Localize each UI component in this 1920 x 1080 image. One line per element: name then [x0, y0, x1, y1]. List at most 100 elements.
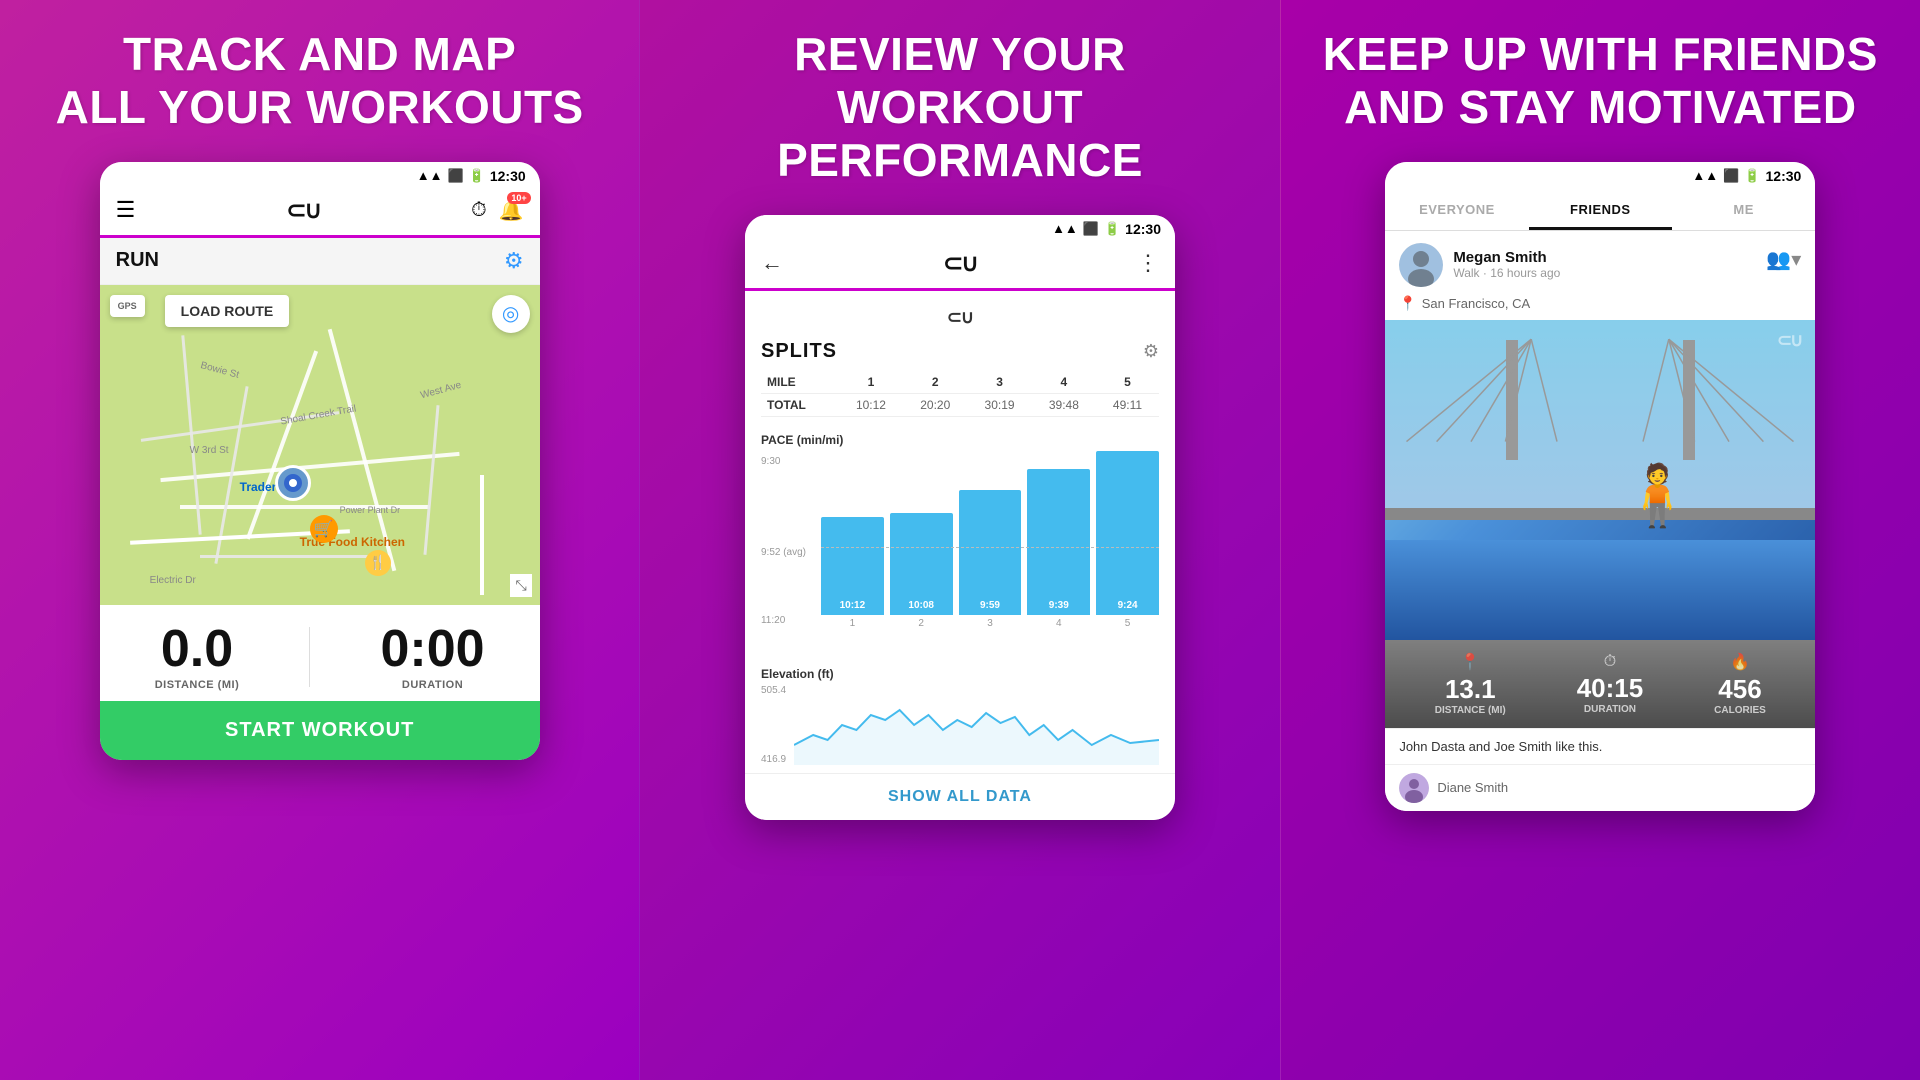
- user-info: Megan Smith Walk · 16 hours ago: [1453, 249, 1560, 280]
- distance-stat: 0.0 DISTANCE (MI): [155, 623, 240, 691]
- map-pin-stat-icon: 📍: [1435, 652, 1506, 672]
- panel1-heading: TRACK AND MAP ALL YOUR WORKOUTS: [56, 28, 584, 134]
- elevation-container: Elevation (ft) 505.4 416.9: [745, 659, 1175, 773]
- pace-label: PACE (min/mi): [761, 433, 1159, 447]
- run-title: RUN: [116, 249, 159, 272]
- elevation-chart-svg: [794, 685, 1159, 765]
- activity-meta: Walk · 16 hours ago: [1453, 266, 1560, 280]
- load-route-button[interactable]: LOAD ROUTE: [165, 295, 290, 327]
- fire-stat-icon: 🔥: [1714, 652, 1766, 672]
- bar-2: 10:08: [890, 513, 953, 614]
- map-road: [200, 555, 380, 558]
- signal-icon-2: ▲▲: [1052, 221, 1078, 236]
- col-3: 3: [967, 371, 1031, 394]
- wifi-icon: ⬛: [447, 168, 463, 184]
- split-4: 39:48: [1032, 393, 1096, 416]
- locate-button[interactable]: ◎: [492, 295, 530, 333]
- start-workout-button[interactable]: START WORKOUT: [100, 701, 540, 760]
- notification-badge: 10+: [507, 192, 530, 204]
- commenter-avatar: [1399, 773, 1429, 803]
- col-5: 5: [1096, 371, 1159, 394]
- status-bar-1: ▲▲ ⬛ 🔋 12:30: [100, 162, 540, 188]
- y-label-avg: 9:52 (avg): [761, 547, 806, 558]
- y-label-bottom: 11:20: [761, 615, 785, 626]
- bar-4: 9:39: [1027, 469, 1090, 615]
- phone-mockup-1: ▲▲ ⬛ 🔋 12:30 ☰ ⊂∪ ⏱ 🔔 10+ RUN ⚙: [100, 162, 540, 760]
- user-name: Megan Smith: [1453, 249, 1560, 266]
- wifi-icon-2: ⬛: [1083, 221, 1099, 237]
- splits-ua-logo: ⊂∪: [947, 307, 973, 328]
- battery-icon: 🔋: [469, 168, 485, 184]
- bar-value-1: 10:12: [840, 600, 866, 611]
- splits-ua-header: ⊂∪: [761, 307, 1159, 328]
- bar-label-2: 2: [918, 618, 924, 629]
- clock-icon[interactable]: ⏱: [471, 199, 487, 222]
- tab-me[interactable]: ME: [1672, 188, 1815, 230]
- bar-wrap-2: 10:08 2: [890, 451, 953, 629]
- battery-icon-2: 🔋: [1104, 221, 1120, 237]
- signal-icon-3: ▲▲: [1692, 168, 1718, 183]
- bars-container: 10:12 1 10:08 2 9:59: [821, 451, 1159, 651]
- status-bar-3: ▲▲ ⬛ 🔋 12:30: [1385, 162, 1815, 188]
- bar-label-1: 1: [850, 618, 856, 629]
- status-time-1: 12:30: [490, 168, 526, 184]
- activity-calories-label: CALORIES: [1714, 705, 1766, 716]
- activity-photo: 🧍 ⊂∪: [1385, 320, 1815, 640]
- bar-wrap-5: 9:24 5: [1096, 451, 1159, 629]
- status-bar-2: ▲▲ ⬛ 🔋 12:30: [745, 215, 1175, 241]
- splits-title: SPLITS: [761, 340, 837, 363]
- expand-map-button[interactable]: ⤡: [510, 574, 531, 597]
- hamburger-menu-icon[interactable]: ☰: [116, 197, 136, 223]
- wifi-icon-3: ⬛: [1723, 168, 1739, 184]
- col-1: 1: [839, 371, 903, 394]
- phone-mockup-2: ▲▲ ⬛ 🔋 12:30 ← ⊂∪ ⋮ ⊂∪ SPLITS ⚙ MILE: [745, 215, 1175, 820]
- comment-row: Diane Smith: [1385, 764, 1815, 811]
- tab-everyone[interactable]: EVERYONE: [1385, 188, 1528, 230]
- settings-icon[interactable]: ⚙: [504, 248, 524, 274]
- stat-col-calories: 🔥 456 CALORIES: [1714, 652, 1766, 716]
- panel2-header: REVIEW YOUR WORKOUT PERFORMANCE: [640, 0, 1279, 215]
- activity-calories-value: 456: [1714, 674, 1766, 705]
- col-mile: MILE: [761, 371, 839, 394]
- activity-distance-value: 13.1: [1435, 674, 1506, 705]
- stat-col-distance: 📍 13.1 DISTANCE (MI): [1435, 652, 1506, 716]
- feed-tabs: EVERYONE FRIENDS ME: [1385, 188, 1815, 231]
- phone-mockup-3: ▲▲ ⬛ 🔋 12:30 EVERYONE FRIENDS ME: [1385, 162, 1815, 811]
- gps-button[interactable]: GPS: [110, 295, 145, 317]
- ua-logo-2: ⊂∪: [943, 249, 977, 278]
- col-4: 4: [1032, 371, 1096, 394]
- bridge-cables-svg: [1385, 320, 1815, 640]
- panel-track-map: TRACK AND MAP ALL YOUR WORKOUTS ▲▲ ⬛ 🔋 1…: [0, 0, 639, 1080]
- commenter-avatar-image: [1399, 773, 1429, 803]
- follow-button[interactable]: 👥▾: [1766, 247, 1801, 272]
- tab-friends[interactable]: FRIENDS: [1529, 188, 1672, 230]
- elevation-bottom-val: 416.9: [761, 754, 786, 765]
- restaurant-pin: 🍴: [365, 550, 391, 576]
- splits-table: MILE 1 2 3 4 5 TOTAL 10:12 20:20 30:19 3: [761, 371, 1159, 417]
- back-button[interactable]: ←: [761, 250, 783, 276]
- workout-stats: 0.0 DISTANCE (MI) 0:00 DURATION: [100, 605, 540, 701]
- bar-label-4: 4: [1056, 618, 1062, 629]
- map-area[interactable]: Shoal Creek Trail W 3rd St Bowie St West…: [100, 285, 540, 605]
- bar-value-3: 9:59: [980, 600, 1000, 611]
- splits-settings-icon[interactable]: ⚙: [1143, 341, 1159, 362]
- bar-3: 9:59: [959, 490, 1022, 615]
- show-all-data-button[interactable]: SHOW ALL DATA: [745, 773, 1175, 820]
- elevation-chart-wrapper: 505.4 416.9: [761, 685, 1159, 765]
- stat-col-duration: ⏱ 40:15 DURATION: [1577, 653, 1644, 715]
- signal-icon: ▲▲: [417, 168, 443, 183]
- bar-5: 9:24: [1096, 451, 1159, 615]
- run-header: RUN ⚙: [100, 238, 540, 285]
- panel-review-workout: REVIEW YOUR WORKOUT PERFORMANCE ▲▲ ⬛ 🔋 1…: [639, 0, 1280, 1080]
- clock-stat-icon: ⏱: [1577, 653, 1644, 671]
- battery-icon-3: 🔋: [1744, 168, 1760, 184]
- panel3-header: KEEP UP WITH FRIENDS AND STAY MOTIVATED: [1281, 0, 1920, 162]
- bar-label-3: 3: [987, 618, 993, 629]
- map-street-label: Electric Dr: [150, 575, 196, 586]
- distance-label: DISTANCE (MI): [155, 679, 240, 691]
- elevation-top-val: 505.4: [761, 685, 786, 696]
- more-options-button[interactable]: ⋮: [1137, 250, 1159, 276]
- distance-value: 0.0: [155, 623, 240, 675]
- app-bar-icons: ⏱ 🔔 10+: [471, 198, 524, 223]
- notification-btn[interactable]: 🔔 10+: [499, 198, 524, 223]
